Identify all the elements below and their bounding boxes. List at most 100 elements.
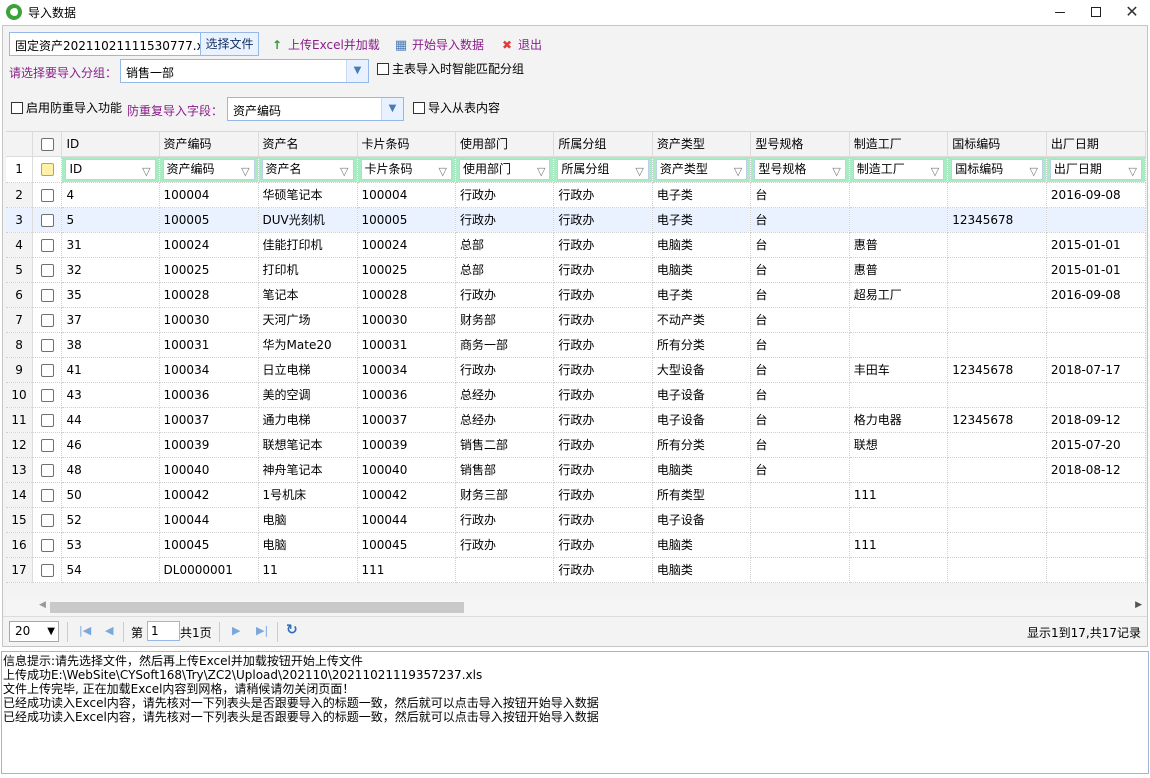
table-cell[interactable]: 100030: [357, 307, 456, 333]
table-cell[interactable]: [947, 432, 1047, 458]
close-button[interactable]: ✕: [1114, 0, 1150, 24]
table-cell[interactable]: 行政办: [553, 507, 653, 533]
table-cell[interactable]: 行政办: [553, 432, 653, 458]
table-cell[interactable]: 台: [750, 382, 850, 408]
table-cell[interactable]: 100004: [357, 182, 456, 208]
table-cell[interactable]: 美的空调: [258, 382, 358, 408]
row-check-cell[interactable]: [32, 357, 63, 383]
row-check-cell[interactable]: [32, 557, 63, 583]
table-cell[interactable]: [849, 307, 949, 333]
last-page-icon[interactable]: ▶|: [256, 624, 268, 637]
row-check-cell[interactable]: [32, 182, 63, 208]
table-cell[interactable]: [947, 182, 1047, 208]
table-cell[interactable]: [849, 207, 949, 233]
table-cell[interactable]: 100045: [357, 532, 456, 558]
row-checkbox[interactable]: [40, 313, 54, 327]
table-cell[interactable]: 2015-07-20: [1046, 432, 1146, 458]
table-cell[interactable]: [849, 332, 949, 358]
column-header[interactable]: 型号规格: [750, 132, 850, 157]
table-cell[interactable]: 华为Mate20: [258, 332, 358, 358]
table-cell[interactable]: 笔记本: [258, 282, 358, 308]
row-check-cell[interactable]: [32, 232, 63, 258]
page-size-select[interactable]: 20 ▼: [9, 621, 59, 642]
column-header[interactable]: 制造工厂: [849, 132, 949, 157]
filter-funnel-icon[interactable]: ▽: [340, 162, 348, 181]
table-row[interactable]: 12 46 100039 联想笔记本 100039 销售二部 行政办 所有分类台联想 2015-…: [6, 432, 1146, 458]
table-cell[interactable]: [947, 382, 1047, 408]
table-cell[interactable]: [1046, 382, 1146, 408]
table-cell[interactable]: 行政办: [553, 282, 653, 308]
row-checkbox[interactable]: [40, 513, 54, 527]
table-cell[interactable]: 2018-08-12: [1046, 457, 1146, 483]
table-cell[interactable]: 11: [258, 557, 358, 583]
table-cell[interactable]: 100025: [357, 257, 456, 283]
choose-file-button[interactable]: 选择文件: [200, 33, 258, 55]
table-cell[interactable]: 电子类: [652, 207, 752, 233]
table-cell[interactable]: [947, 257, 1047, 283]
table-cell[interactable]: [849, 382, 949, 408]
table-cell[interactable]: 总经办: [455, 382, 555, 408]
row-checkbox[interactable]: [40, 563, 54, 577]
table-row[interactable]: 13 48 100040 神舟笔记本 100040 销售部 行政办 电脑类台 2018-08-1…: [6, 457, 1146, 483]
table-cell[interactable]: 行政办: [553, 357, 653, 383]
filter-funnel-icon[interactable]: ▽: [1029, 162, 1037, 181]
table-cell[interactable]: [1046, 207, 1146, 233]
table-cell[interactable]: 电脑: [258, 507, 358, 533]
table-cell[interactable]: 111: [849, 532, 949, 558]
file-picker[interactable]: 固定资产20211021111530777.xls 选择文件: [9, 32, 259, 56]
table-cell[interactable]: 电子设备: [652, 407, 752, 433]
table-cell[interactable]: 行政办: [553, 382, 653, 408]
row-check-cell[interactable]: [32, 457, 63, 483]
table-cell[interactable]: 行政办: [553, 407, 653, 433]
row-check-cell[interactable]: [32, 382, 63, 408]
column-filter-input[interactable]: 所属分组 ▽: [557, 158, 649, 180]
table-cell[interactable]: 通力电梯: [258, 407, 358, 433]
refresh-icon[interactable]: ↻: [286, 622, 298, 638]
table-cell[interactable]: 12345678: [947, 207, 1047, 233]
table-cell[interactable]: [947, 282, 1047, 308]
column-header[interactable]: 卡片条码: [357, 132, 456, 157]
table-cell[interactable]: 联想: [849, 432, 949, 458]
table-cell[interactable]: 100030: [159, 307, 259, 333]
table-cell[interactable]: 格力电器: [849, 407, 949, 433]
table-cell[interactable]: [947, 332, 1047, 358]
table-cell[interactable]: 台: [750, 432, 850, 458]
table-cell[interactable]: 行政办: [553, 257, 653, 283]
table-cell[interactable]: [849, 182, 949, 208]
table-cell[interactable]: 100037: [357, 407, 456, 433]
filter-funnel-icon[interactable]: ▽: [1129, 162, 1137, 181]
table-cell[interactable]: 神舟笔记本: [258, 457, 358, 483]
column-filter-input[interactable]: ID ▽: [65, 158, 156, 180]
row-checkbox[interactable]: [40, 413, 54, 427]
table-cell[interactable]: 100036: [159, 382, 259, 408]
table-cell[interactable]: 100005: [159, 207, 259, 233]
table-cell[interactable]: [947, 557, 1047, 583]
column-header[interactable]: 国标编码: [947, 132, 1047, 157]
row-check-cell[interactable]: [32, 407, 63, 433]
table-cell[interactable]: 100028: [357, 282, 456, 308]
table-cell[interactable]: 不动产类: [652, 307, 752, 333]
column-header[interactable]: 出厂日期: [1046, 132, 1146, 157]
row-check-cell[interactable]: [32, 432, 63, 458]
table-cell[interactable]: 100037: [159, 407, 259, 433]
table-cell[interactable]: 100024: [357, 232, 456, 258]
table-row[interactable]: 17 54 DL0000001 11 111 行政办 电脑类: [6, 557, 1146, 583]
table-cell[interactable]: 总经办: [455, 407, 555, 433]
table-cell[interactable]: 53: [61, 532, 160, 558]
table-cell[interactable]: DL0000001: [159, 557, 259, 583]
chevron-down-icon[interactable]: ▼: [346, 60, 368, 82]
table-cell[interactable]: 行政办: [455, 532, 555, 558]
column-header[interactable]: ID: [61, 132, 160, 157]
row-check-cell[interactable]: [32, 482, 63, 508]
table-cell[interactable]: 行政办: [553, 207, 653, 233]
table-cell[interactable]: 行政办: [455, 207, 555, 233]
table-cell[interactable]: [750, 532, 850, 558]
table-cell[interactable]: 4: [61, 182, 160, 208]
table-cell[interactable]: 财务部: [455, 307, 555, 333]
row-checkbox[interactable]: [40, 288, 54, 302]
table-cell[interactable]: 所有分类: [652, 332, 752, 358]
table-cell[interactable]: 电子设备: [652, 507, 752, 533]
table-cell[interactable]: 电脑: [258, 532, 358, 558]
table-cell[interactable]: [947, 532, 1047, 558]
table-cell[interactable]: 电脑类: [652, 557, 752, 583]
